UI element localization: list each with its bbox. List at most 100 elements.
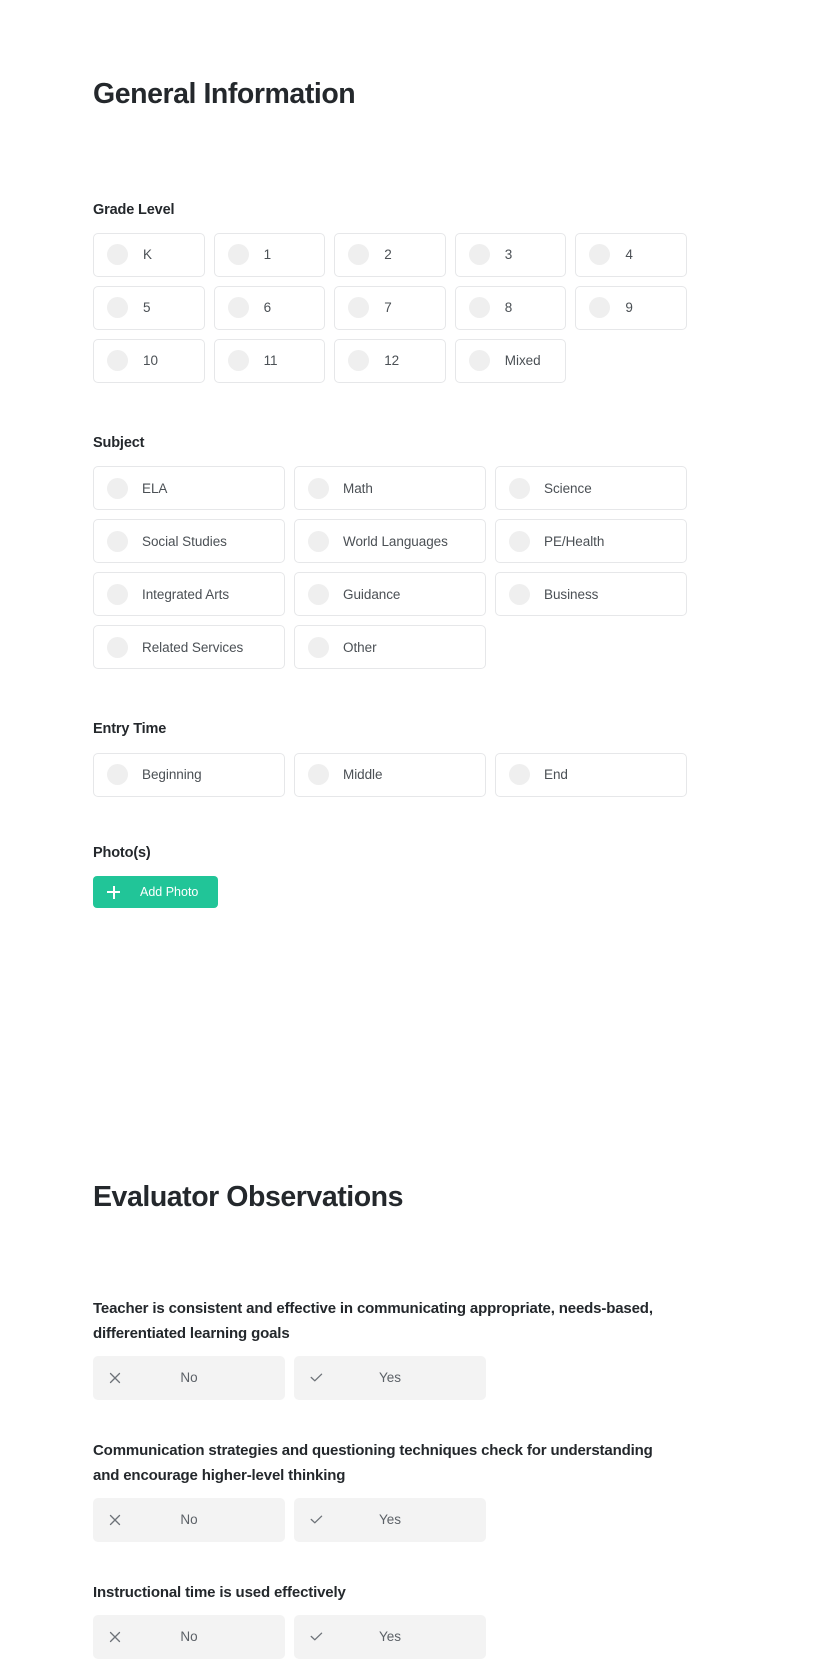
x-icon xyxy=(107,1370,123,1386)
option-label: 11 xyxy=(263,353,278,369)
subject-option[interactable]: Related Services xyxy=(93,625,285,670)
subject-option[interactable]: Integrated Arts xyxy=(93,572,285,617)
plus-icon xyxy=(107,885,120,899)
grade-level-option[interactable]: 7 xyxy=(334,285,446,330)
option-label: 8 xyxy=(504,300,513,316)
answer-no-button[interactable]: No xyxy=(93,1355,285,1400)
option-label: 7 xyxy=(384,300,392,316)
grade-level-option[interactable]: 9 xyxy=(575,285,687,330)
radio-icon xyxy=(308,636,329,658)
grade-level-option[interactable]: 5 xyxy=(93,285,205,330)
subject-option[interactable]: Guidance xyxy=(294,572,486,617)
option-label: Related Services xyxy=(142,639,244,655)
grade-level-options: K 1 2 3 4 5 6 7 8 9 10 11 12 Mixed xyxy=(93,232,687,383)
check-icon xyxy=(308,1370,324,1386)
grade-level-option[interactable]: 11 xyxy=(213,338,326,383)
add-photo-button[interactable]: Add Photo xyxy=(93,876,219,909)
radio-icon xyxy=(509,530,530,552)
subject-option[interactable]: Math xyxy=(294,466,486,511)
grade-level-option[interactable]: Mixed xyxy=(454,338,567,383)
subject-option[interactable]: Social Studies xyxy=(93,519,285,564)
radio-icon xyxy=(589,297,611,319)
grade-level-option[interactable]: 8 xyxy=(454,285,567,330)
answer-no-button[interactable]: No xyxy=(93,1614,285,1659)
grade-level-option[interactable]: 10 xyxy=(93,338,205,383)
check-icon xyxy=(308,1629,324,1645)
answer-yes-button[interactable]: Yes xyxy=(294,1614,486,1659)
content-column: General Information Grade Level K 1 2 3 xyxy=(93,0,687,1659)
option-label: Beginning xyxy=(142,767,202,783)
radio-icon xyxy=(468,297,490,319)
answer-yes-button[interactable]: Yes xyxy=(294,1355,486,1400)
option-label: K xyxy=(143,247,152,263)
option-label: World Languages xyxy=(343,533,448,549)
answer-yes-button[interactable]: Yes xyxy=(294,1497,486,1542)
yes-no-toggle-group: No Yes xyxy=(93,1497,687,1542)
evaluator-section-title: Evaluator Observations xyxy=(93,1181,404,1214)
grade-level-option[interactable]: K xyxy=(93,232,205,277)
grade-level-label: Grade Level xyxy=(93,201,175,218)
x-icon xyxy=(107,1629,123,1645)
option-label: Guidance xyxy=(343,586,401,602)
subject-options: ELA Math Science Social Studies World La… xyxy=(93,466,687,670)
form-page: General Information Grade Level K 1 2 3 xyxy=(0,0,840,1680)
option-label: Math xyxy=(343,480,373,496)
subject-option[interactable]: Science xyxy=(495,466,687,511)
radio-icon xyxy=(509,477,530,499)
option-label: Integrated Arts xyxy=(142,586,230,602)
entry-time-option[interactable]: Beginning xyxy=(93,752,285,797)
radio-icon xyxy=(107,350,128,372)
option-label: Science xyxy=(544,480,592,496)
option-label: 6 xyxy=(263,300,272,316)
radio-icon xyxy=(107,530,128,552)
option-label: 12 xyxy=(384,353,400,369)
radio-icon xyxy=(107,636,128,658)
option-label: 3 xyxy=(504,247,513,263)
option-label: 5 xyxy=(143,300,151,316)
answer-no-button[interactable]: No xyxy=(93,1497,285,1542)
option-label: Other xyxy=(343,639,377,655)
grade-level-option[interactable]: 4 xyxy=(575,232,687,277)
option-label: 2 xyxy=(384,247,392,263)
page-title: General Information xyxy=(93,78,356,111)
entry-time-option[interactable]: End xyxy=(495,752,687,797)
radio-icon xyxy=(107,764,128,786)
radio-icon xyxy=(348,350,370,372)
radio-icon xyxy=(589,244,611,266)
yes-no-toggle-group: No Yes xyxy=(93,1355,687,1400)
option-label: Social Studies xyxy=(142,533,227,549)
radio-icon xyxy=(107,297,128,319)
question-text: Instructional time is used effectively xyxy=(93,1583,346,1601)
option-label: ELA xyxy=(142,480,168,496)
grade-level-option[interactable]: 6 xyxy=(213,285,326,330)
option-label: PE/Health xyxy=(544,533,605,549)
yes-no-toggle-group: No Yes xyxy=(93,1614,687,1659)
radio-icon xyxy=(308,477,329,499)
subject-option[interactable]: PE/Health xyxy=(495,519,687,564)
radio-icon xyxy=(107,244,128,266)
grade-level-option[interactable]: 1 xyxy=(213,232,326,277)
photos-label: Photo(s) xyxy=(93,844,151,861)
radio-icon xyxy=(509,583,530,605)
grade-level-option[interactable]: 2 xyxy=(334,232,446,277)
question-text: Teacher is consistent and effective in c… xyxy=(93,1299,653,1342)
radio-icon xyxy=(509,764,530,786)
radio-icon xyxy=(308,583,329,605)
option-label: 9 xyxy=(625,300,633,316)
question-text: Communication strategies and questioning… xyxy=(93,1441,653,1484)
subject-option[interactable]: Other xyxy=(294,625,486,670)
subject-option[interactable]: ELA xyxy=(93,466,285,511)
radio-icon xyxy=(227,350,249,372)
entry-time-option[interactable]: Middle xyxy=(294,752,486,797)
subject-option[interactable]: World Languages xyxy=(294,519,486,564)
radio-icon xyxy=(308,530,329,552)
grade-level-option[interactable]: 3 xyxy=(454,232,567,277)
entry-time-options: Beginning Middle End xyxy=(93,752,687,797)
option-label: 4 xyxy=(625,247,633,263)
grade-level-option[interactable]: 12 xyxy=(334,338,446,383)
subject-option[interactable]: Business xyxy=(495,572,687,617)
radio-icon xyxy=(348,244,370,266)
option-label: End xyxy=(544,767,568,783)
radio-icon xyxy=(348,297,370,319)
radio-icon xyxy=(107,583,128,605)
